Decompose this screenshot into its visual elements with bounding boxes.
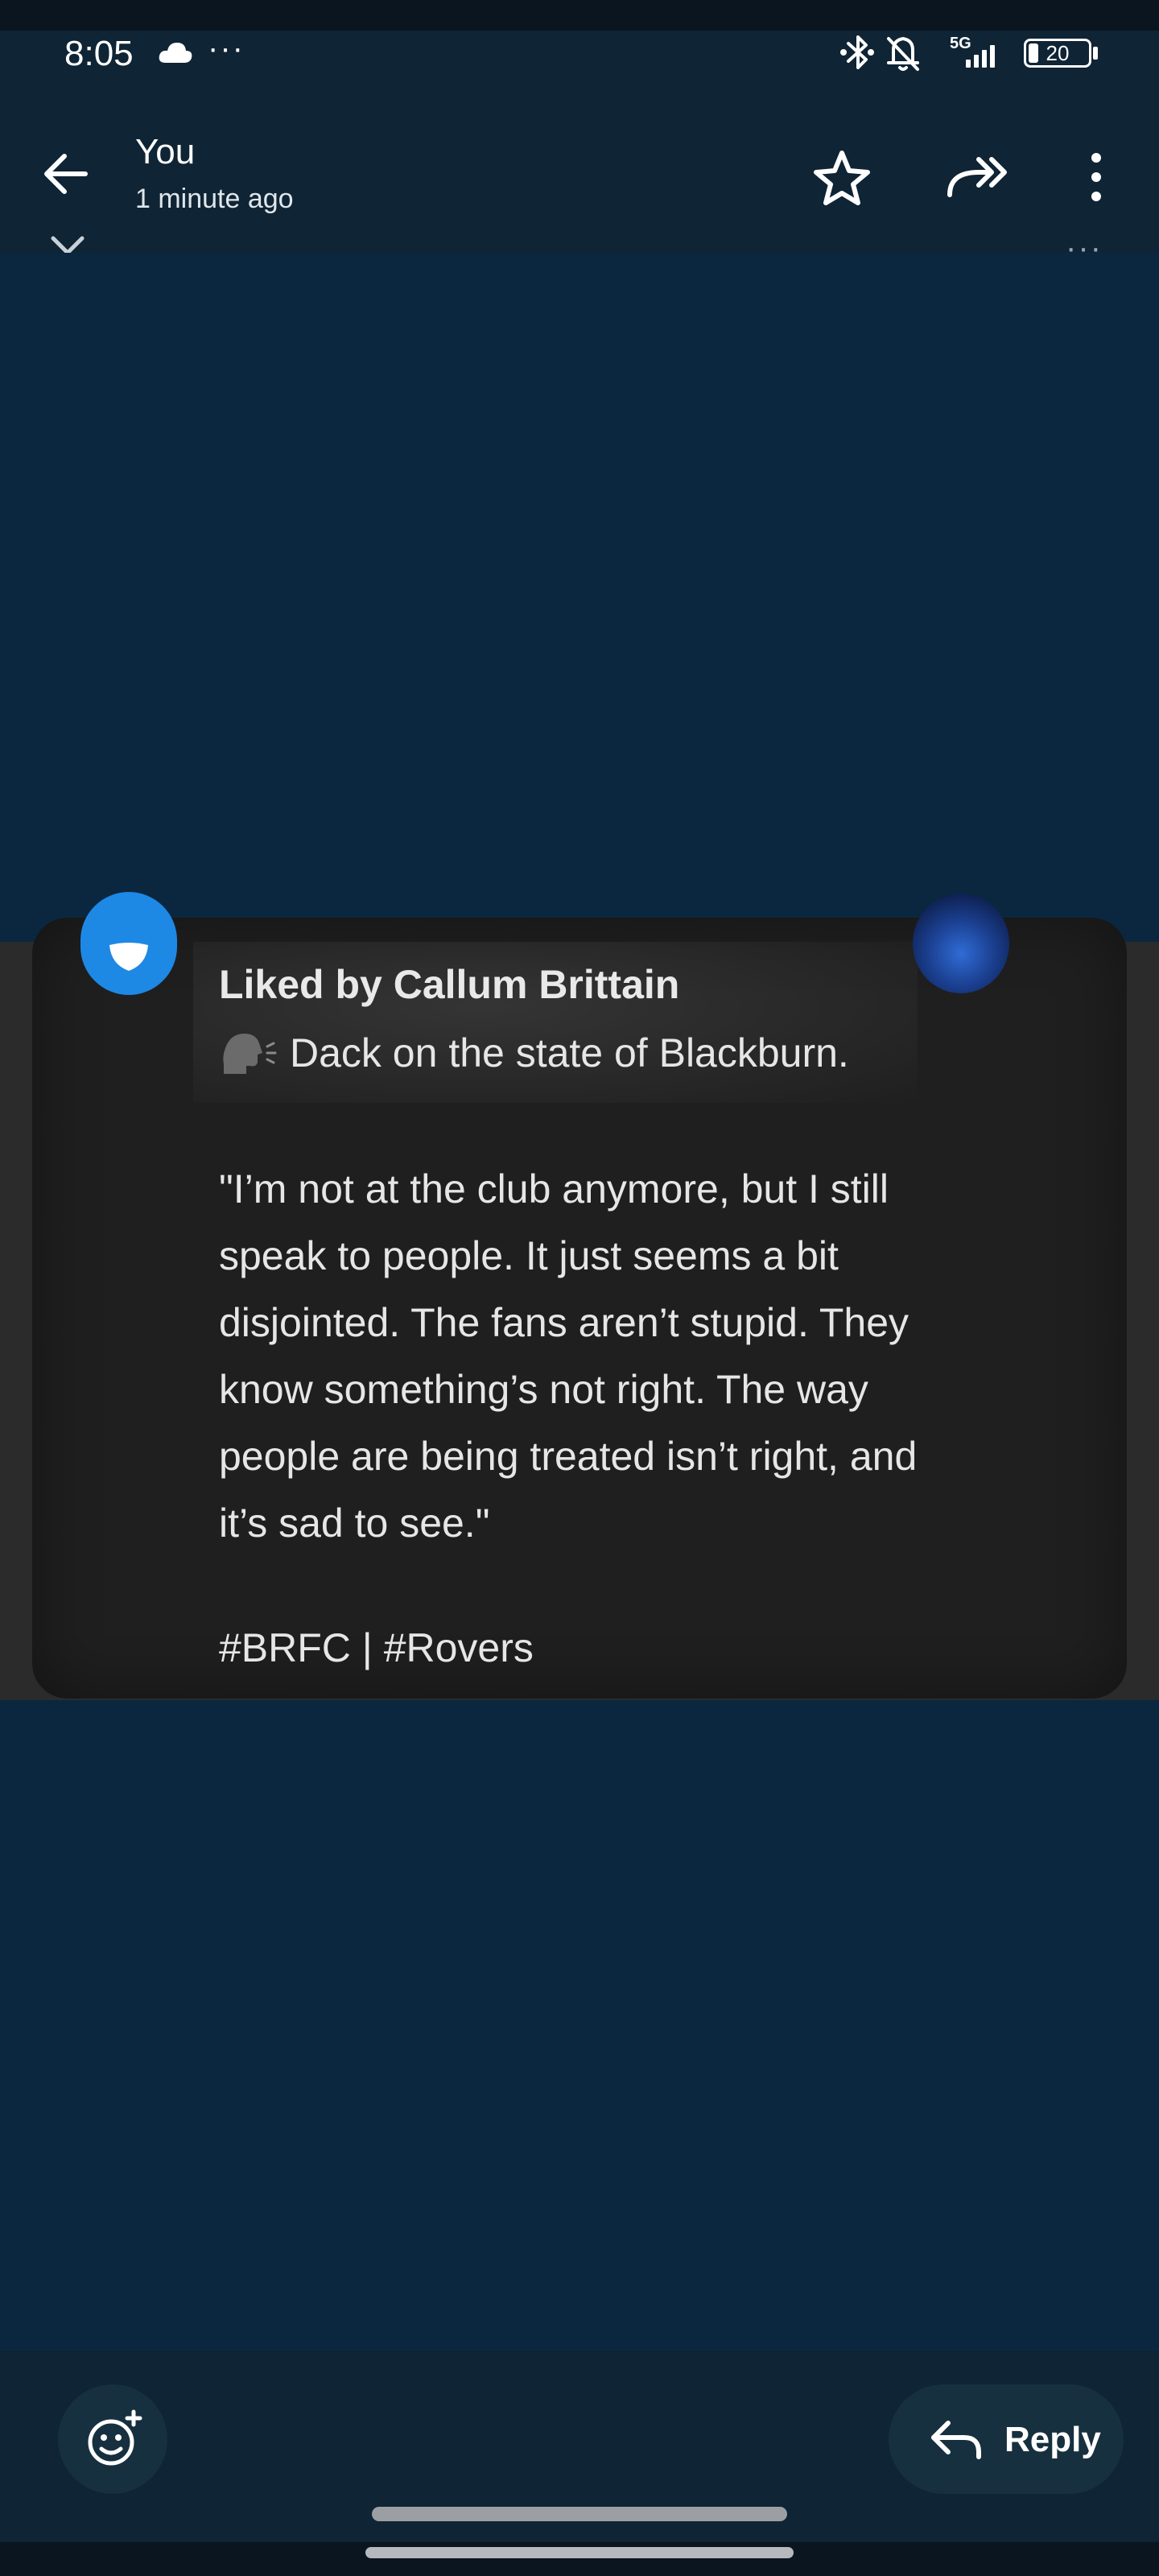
liked-by-text: Liked by Callum Brittain xyxy=(219,962,680,1007)
more-vert-icon xyxy=(1091,153,1101,201)
sender-name: You xyxy=(135,132,196,171)
image-background xyxy=(0,253,1159,942)
home-indicator[interactable] xyxy=(372,2507,787,2521)
forward-button[interactable] xyxy=(943,148,1011,206)
post-quote: "I’m not at the club anymore, but I stil… xyxy=(219,1166,918,1546)
reply-arrow-icon xyxy=(931,2421,981,2459)
battery-icon: 20 xyxy=(1024,39,1091,68)
image-background-bottom xyxy=(0,1700,1159,2351)
shield-icon xyxy=(80,892,177,995)
bluetooth-icon xyxy=(840,35,874,69)
bell-off-icon xyxy=(887,36,919,71)
reply-label: Reply xyxy=(1004,2420,1101,2459)
more-options-button[interactable] xyxy=(1075,150,1117,204)
forward-icon xyxy=(947,157,1007,197)
avatar xyxy=(913,894,1009,993)
headline-row: Dack on the state of Blackburn. xyxy=(219,1027,849,1079)
battery-tip xyxy=(1093,47,1098,60)
star-icon xyxy=(814,151,870,205)
post-hashtags: #BRFC | #Rovers xyxy=(219,1625,534,1670)
battery-level: 20 xyxy=(1046,41,1070,65)
cloud-icon xyxy=(158,40,193,68)
star-button[interactable] xyxy=(810,148,874,209)
status-time: 8:05 xyxy=(64,34,134,73)
reply-button[interactable]: Reply xyxy=(889,2384,1124,2494)
status-icons: 5G xyxy=(837,32,1022,74)
post-headline: Dack on the state of Blackburn. xyxy=(290,1030,849,1075)
add-reaction-button[interactable] xyxy=(58,2384,167,2494)
gesture-bar[interactable] xyxy=(365,2547,794,2558)
add-reaction-icon xyxy=(88,2409,142,2466)
status-overflow-dots: ··· xyxy=(208,31,245,66)
speaking-head-icon xyxy=(223,1034,277,1074)
network-label: 5G xyxy=(950,35,971,52)
back-button[interactable] xyxy=(35,142,100,206)
message-timestamp: 1 minute ago xyxy=(135,184,294,214)
back-arrow-icon xyxy=(44,154,88,194)
top-strip xyxy=(0,0,1159,31)
